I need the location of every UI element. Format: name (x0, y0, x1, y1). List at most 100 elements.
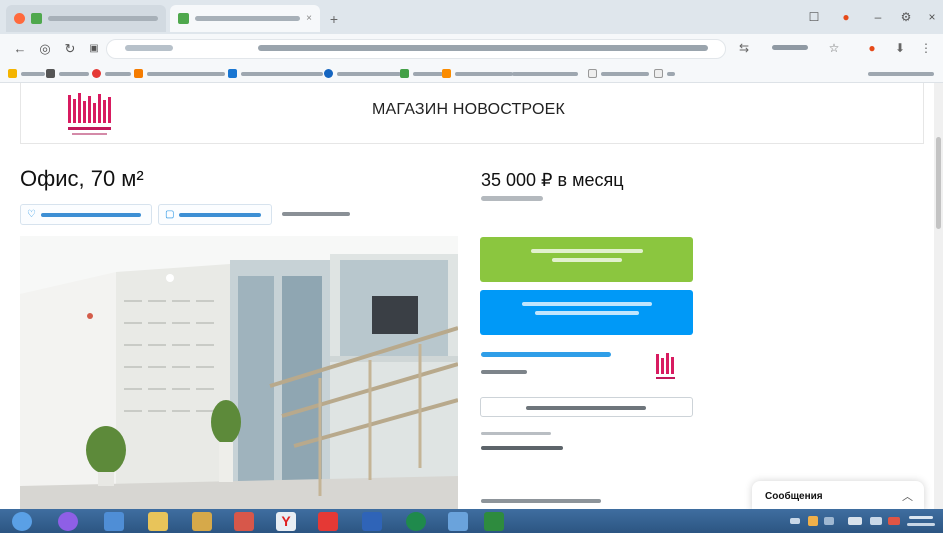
heart-icon: ♡ (27, 209, 36, 220)
settings-icon[interactable]: ⚙ (898, 10, 914, 24)
bookmark-item[interactable] (134, 68, 225, 79)
phone-number-hint (551, 258, 622, 262)
button-label (40, 212, 141, 217)
taskbar-app-icon[interactable] (58, 512, 78, 531)
button-label (530, 249, 643, 253)
taskbar-app-icon[interactable] (448, 512, 468, 531)
translate-icon[interactable]: ⇆ (736, 40, 752, 56)
bookmark-item[interactable] (654, 68, 675, 79)
tab-favicon (178, 13, 189, 24)
document-icon (588, 69, 597, 78)
new-tab-button[interactable]: + (326, 11, 342, 27)
bookmark-item[interactable] (228, 68, 323, 79)
lock-icon: ▣ (89, 43, 99, 54)
bookmark-label (868, 71, 934, 76)
document-icon (654, 69, 663, 78)
taskbar-app-icon[interactable] (234, 512, 254, 531)
notifications-icon[interactable]: ● (838, 10, 854, 24)
bookmark-item[interactable] (442, 68, 513, 79)
bookmark-item[interactable] (324, 68, 401, 79)
scroll-thumb[interactable] (936, 137, 941, 229)
write-message-button[interactable] (480, 290, 693, 335)
messenger-title[interactable]: Сообщения (765, 491, 823, 502)
bookmark-item[interactable] (46, 68, 89, 79)
bookmark-icon (228, 69, 237, 78)
response-time-hint (534, 311, 639, 315)
price: 35 000 ₽ в месяц (481, 170, 624, 190)
start-button[interactable] (12, 512, 32, 531)
bookmark-icon (324, 69, 333, 78)
close-window-icon[interactable]: × (924, 10, 940, 24)
bookmark-label (59, 71, 89, 76)
taskbar-app-icon[interactable] (406, 512, 426, 531)
bookmark-label (147, 71, 225, 76)
folder-icon[interactable] (148, 512, 168, 531)
bookmark-label (667, 71, 675, 76)
system-clock[interactable] (905, 513, 937, 529)
add-note-button[interactable]: ▢ (158, 204, 272, 225)
bookmark-item[interactable] (588, 68, 649, 79)
contact-person-label (481, 432, 551, 435)
bookmark-label (413, 71, 443, 76)
chevron-up-icon[interactable]: ︿ (902, 488, 913, 504)
seller-logo[interactable] (653, 352, 679, 386)
subscribe-to-seller-button[interactable] (480, 397, 693, 417)
yandex-browser-icon (14, 13, 25, 24)
extension-icon[interactable]: ● (864, 40, 880, 56)
bookmark-label (601, 71, 649, 76)
bookmark-item[interactable] (92, 68, 131, 79)
seller-name[interactable] (481, 352, 611, 357)
bookmark-item[interactable] (512, 68, 578, 79)
bookmark-label (455, 71, 513, 76)
minimize-icon[interactable]: – (870, 10, 886, 24)
bookmark-label (512, 71, 578, 76)
tab-favicon (31, 13, 42, 24)
bookmark-star-icon[interactable]: ☆ (826, 40, 842, 56)
ad-number-and-views (481, 499, 601, 503)
refresh-icon[interactable]: ↻ (62, 41, 78, 57)
bookmark-icon (442, 69, 451, 78)
bookmark-label (337, 71, 401, 76)
shop-logo[interactable] (62, 91, 120, 141)
bookmark-icon[interactable]: ☐ (806, 10, 822, 24)
clock-time (909, 516, 933, 519)
listing-title: Офис, 70 м² (20, 166, 144, 191)
bookmark-label (241, 71, 323, 76)
browser-tab[interactable] (6, 5, 166, 32)
tab-title (48, 16, 158, 21)
bookmark-icon (92, 69, 101, 78)
downloads-icon[interactable]: ⬇ (892, 40, 908, 56)
profile-label (772, 45, 808, 50)
close-icon[interactable]: × (306, 13, 312, 24)
excel-icon[interactable] (484, 512, 504, 531)
yandex-browser-icon[interactable] (318, 512, 338, 531)
arrow-left-icon[interactable]: ← (12, 41, 28, 57)
yandex-icon[interactable]: Y (276, 512, 296, 531)
bookmark-item[interactable] (8, 68, 45, 79)
button-label (521, 302, 652, 306)
other-bookmarks[interactable] (868, 68, 934, 79)
page-title-in-address-bar (258, 45, 708, 51)
contact-person-name (481, 446, 563, 450)
listing-photo[interactable] (20, 236, 458, 510)
word-icon[interactable] (362, 512, 382, 531)
bookmark-icon (134, 69, 143, 78)
show-phone-button[interactable] (480, 237, 693, 282)
button-label (526, 406, 646, 410)
profile-button[interactable] (766, 40, 816, 56)
browser-tab-active[interactable]: × (170, 5, 320, 32)
bookmark-icon (8, 69, 17, 78)
taskbar-app-icon[interactable] (192, 512, 212, 531)
price-deposit-note (481, 196, 543, 201)
shield-icon[interactable]: ◎ (37, 41, 53, 57)
url-domain (125, 45, 173, 51)
menu-icon[interactable]: ⋮ (918, 40, 934, 56)
bookmark-icon (46, 69, 55, 78)
shop-name[interactable]: МАГАЗИН НОВОСТРОЕК (372, 101, 565, 119)
seller-type (481, 370, 527, 374)
add-to-favorites-button[interactable]: ♡ (20, 204, 152, 225)
system-tray[interactable] (786, 513, 906, 529)
button-label (179, 212, 262, 217)
bookmark-item[interactable] (400, 68, 443, 79)
taskbar-app-icon[interactable] (104, 512, 124, 531)
